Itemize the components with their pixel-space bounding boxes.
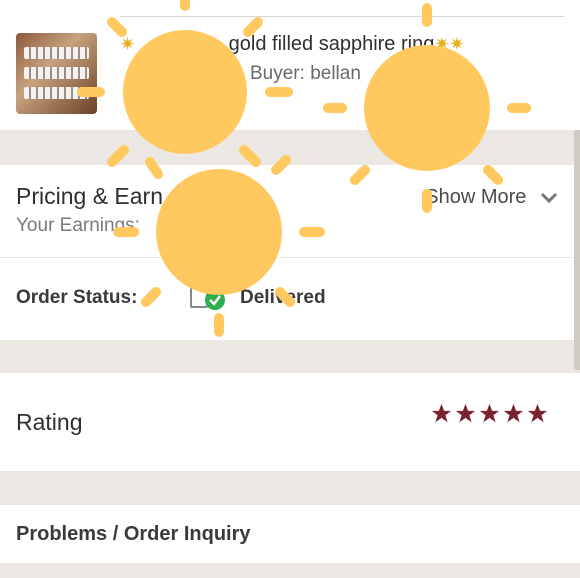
pricing-title: Pricing & Earn: [16, 183, 164, 209]
ring-band: [24, 47, 89, 59]
sparkle-icon: ✷✷: [434, 34, 465, 54]
show-more-button[interactable]: Show More: [425, 186, 558, 209]
chevron-down-icon: [540, 192, 558, 203]
show-more-label: Show More: [425, 186, 527, 208]
ring-band: [24, 67, 89, 79]
pricing-earnings-section[interactable]: Pricing & Earn Your Earnings: Show More: [0, 165, 580, 257]
product-title[interactable]: ✷ gold filled sapphire ring✷✷: [120, 33, 465, 56]
top-divider: [120, 16, 564, 17]
star-icon: [527, 403, 548, 423]
star-icon: [431, 403, 452, 423]
order-status-section: Order Status: Delivered: [0, 258, 580, 340]
rating-section[interactable]: Rating: [0, 373, 580, 471]
buyer-name: Buyer: bellan: [250, 63, 361, 84]
product-thumbnail[interactable]: [16, 33, 97, 114]
rating-label: Rating: [16, 409, 83, 435]
scrollbar[interactable]: [574, 130, 580, 370]
check-icon: [205, 290, 225, 310]
star-icon: [503, 403, 524, 423]
ring-band: [24, 87, 89, 99]
product-card[interactable]: ✷ gold filled sapphire ring✷✷ Buyer: bel…: [0, 0, 580, 130]
rating-stars: [431, 403, 548, 424]
star-icon: [455, 403, 476, 423]
problems-section[interactable]: Problems / Order Inquiry: [0, 505, 580, 563]
problems-label[interactable]: Problems / Order Inquiry: [16, 523, 251, 546]
order-status-label: Order Status:: [16, 287, 138, 308]
star-icon: [479, 403, 500, 423]
sparkle-icon: ✷: [120, 34, 136, 54]
earnings-label: Your Earnings:: [16, 215, 140, 236]
order-status-value: Delivered: [240, 287, 326, 308]
